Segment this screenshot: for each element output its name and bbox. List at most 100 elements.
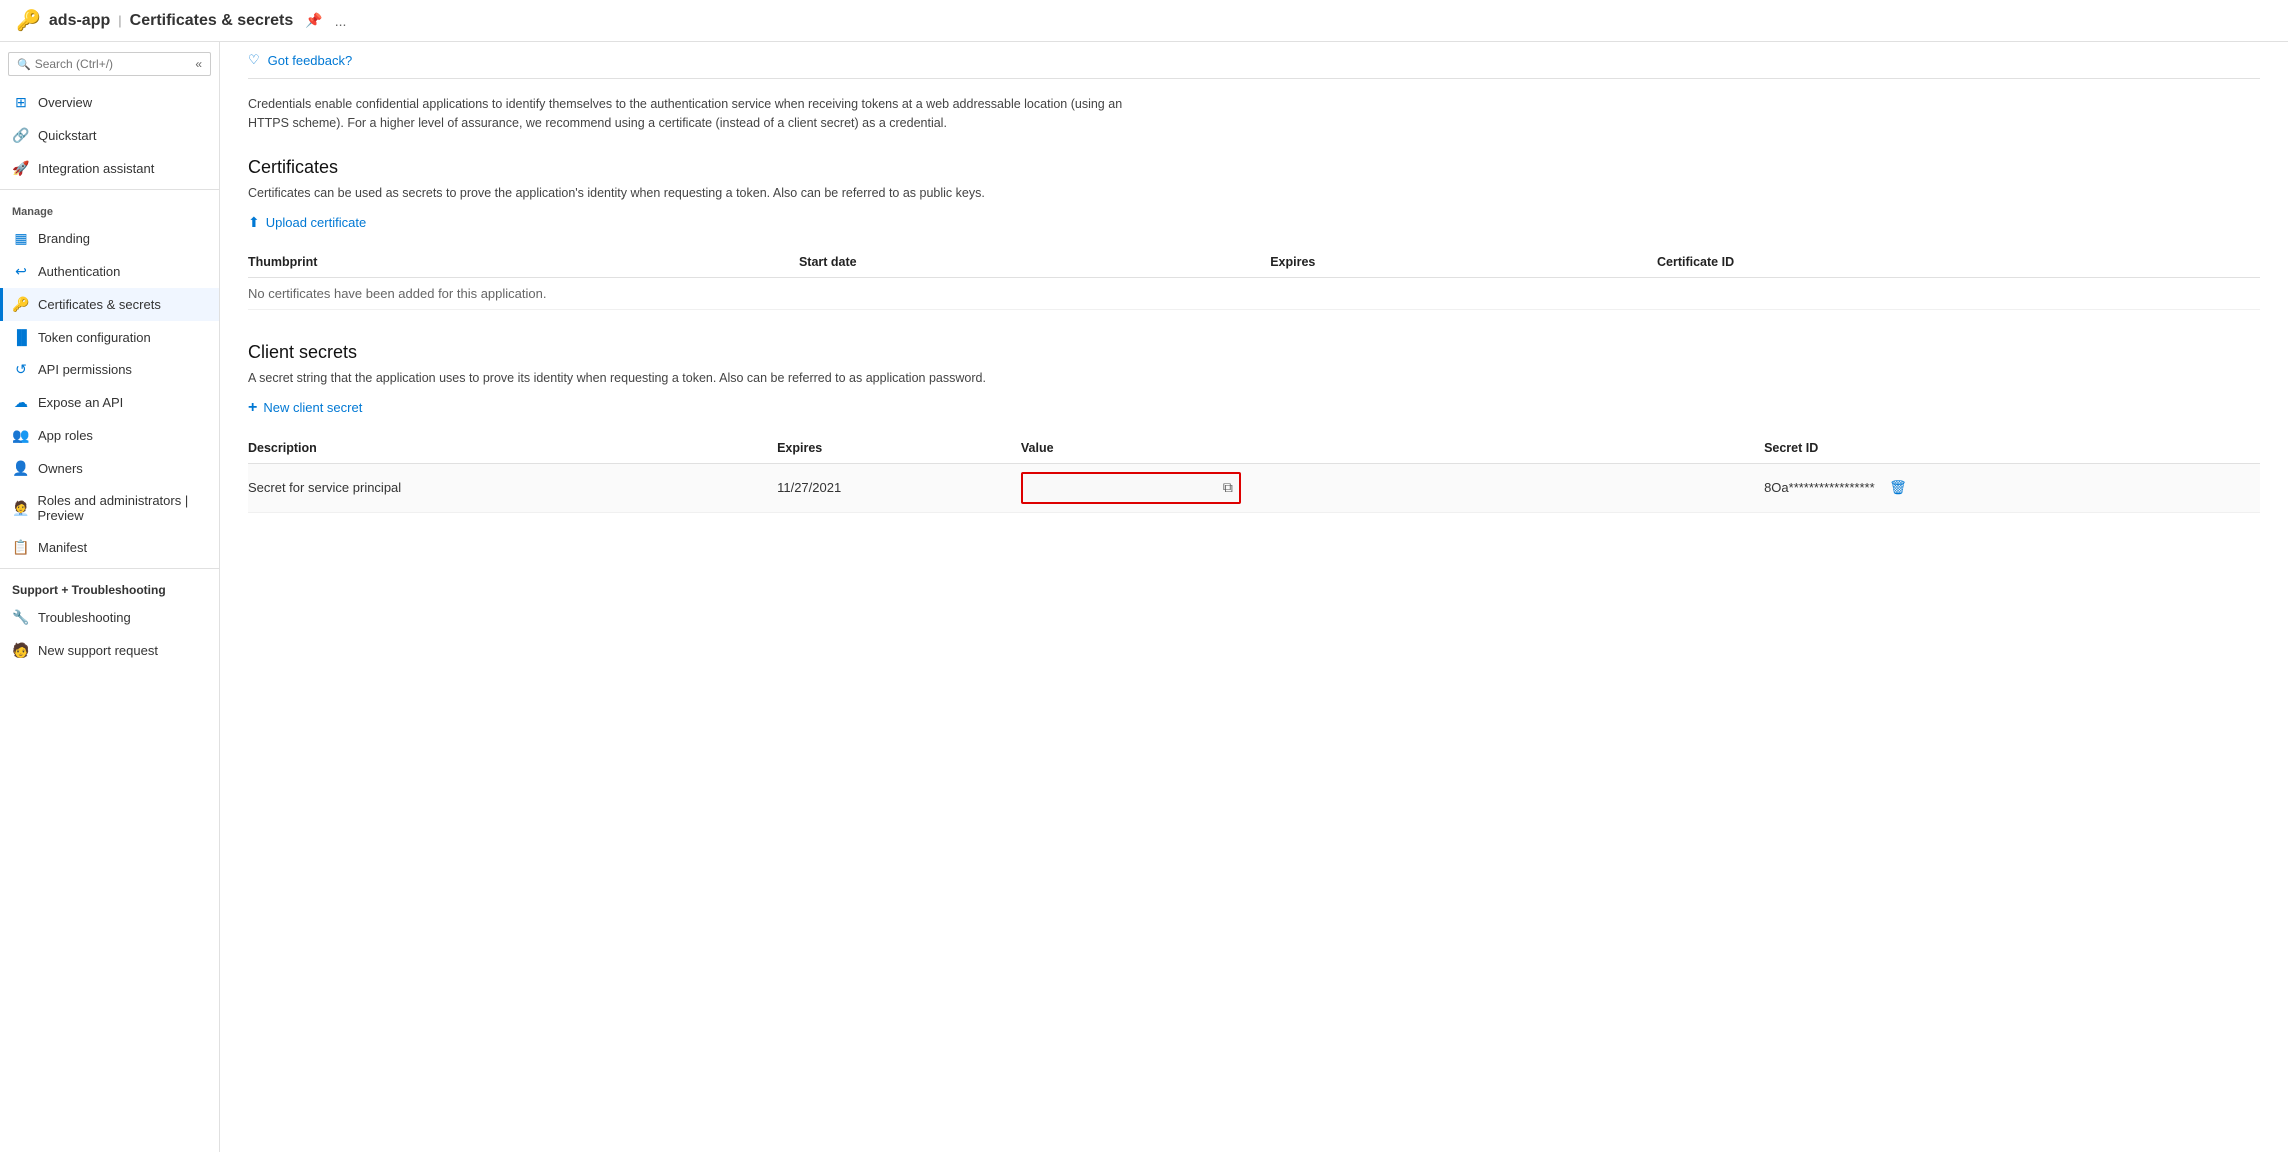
token-icon: ▐▌ <box>12 329 30 345</box>
grid-icon: ⊞ <box>12 94 30 111</box>
intro-description: Credentials enable confidential applicat… <box>248 95 1148 133</box>
col-secret-expires: Expires <box>777 433 1021 464</box>
sidebar-label-certificates: Certificates & secrets <box>38 297 161 312</box>
manifest-icon: 📋 <box>12 539 30 556</box>
client-secrets-title: Client secrets <box>248 342 2260 363</box>
owners-icon: 👤 <box>12 460 30 477</box>
secret-expires: 11/27/2021 <box>777 463 1021 512</box>
secret-value-cell: ⧉ <box>1021 463 1764 512</box>
top-bar-actions: 📌 ... <box>305 12 346 29</box>
search-icon: 🔍 <box>17 58 31 71</box>
cloud-icon: ☁ <box>12 394 30 411</box>
sidebar-item-owners[interactable]: 👤 Owners <box>0 452 219 485</box>
certificates-description: Certificates can be used as secrets to p… <box>248 186 1148 200</box>
app-icon: 🔑 <box>16 8 41 33</box>
manage-section-label: Manage <box>0 194 219 222</box>
branding-icon: ▦ <box>12 230 30 247</box>
main-layout: 🔍 « ⊞ Overview 🔗 Quickstart 🚀 Integratio… <box>0 42 2288 1152</box>
sidebar-label-roles-admin: Roles and administrators | Preview <box>37 493 207 523</box>
sidebar-label-troubleshooting: Troubleshooting <box>38 610 131 625</box>
nav-divider-manage <box>0 189 219 190</box>
sidebar-item-expose-api[interactable]: ☁ Expose an API <box>0 386 219 419</box>
sidebar-label-owners: Owners <box>38 461 83 476</box>
secret-id-cell: 8Oa***************** 🗑 <box>1764 463 2260 512</box>
main-content: ♡ Got feedback? Credentials enable confi… <box>220 42 2288 1152</box>
roles-icon: 🧑‍💼 <box>12 500 29 517</box>
sidebar-label-authentication: Authentication <box>38 264 120 279</box>
quickstart-icon: 🔗 <box>12 127 30 144</box>
secret-description: Secret for service principal <box>248 463 777 512</box>
sidebar-item-api-permissions[interactable]: ↺ API permissions <box>0 353 219 386</box>
sidebar-item-certificates[interactable]: 🔑 Certificates & secrets <box>0 288 219 321</box>
rocket-icon: 🚀 <box>12 160 30 177</box>
support-person-icon: 🧑 <box>12 642 30 659</box>
upload-icon: ⬆ <box>248 214 260 231</box>
feedback-label[interactable]: Got feedback? <box>268 53 353 68</box>
collapse-icon[interactable]: « <box>195 57 202 71</box>
sidebar-item-roles-admin[interactable]: 🧑‍💼 Roles and administrators | Preview <box>0 485 219 531</box>
upload-certificate-button[interactable]: ⬆ Upload certificate <box>248 214 366 231</box>
col-description: Description <box>248 433 777 464</box>
secret-value-box: ⧉ <box>1021 472 1241 504</box>
col-expires: Expires <box>1270 247 1657 278</box>
nav-divider-support <box>0 568 219 569</box>
sidebar-item-branding[interactable]: ▦ Branding <box>0 222 219 255</box>
search-box[interactable]: 🔍 « <box>8 52 211 76</box>
title-separator: | <box>118 13 121 28</box>
sidebar-label-branding: Branding <box>38 231 90 246</box>
certificates-title: Certificates <box>248 157 2260 178</box>
col-secret-id: Secret ID <box>1764 433 2260 464</box>
sidebar-label-expose-api: Expose an API <box>38 395 123 410</box>
sidebar-item-manifest[interactable]: 📋 Manifest <box>0 531 219 564</box>
sidebar-label-manifest: Manifest <box>38 540 87 555</box>
pin-icon[interactable]: 📌 <box>305 12 322 29</box>
page-title: Certificates & secrets <box>130 12 294 30</box>
auth-icon: ↩ <box>12 263 30 280</box>
col-thumbprint: Thumbprint <box>248 247 799 278</box>
upload-certificate-label: Upload certificate <box>266 215 366 230</box>
sidebar-label-integration: Integration assistant <box>38 161 154 176</box>
sidebar-item-authentication[interactable]: ↩ Authentication <box>0 255 219 288</box>
feedback-bar: ♡ Got feedback? <box>248 42 2260 79</box>
certificates-table: Thumbprint Start date Expires Certificat… <box>248 247 2260 310</box>
app-name: ads-app <box>49 12 110 30</box>
new-client-secret-button[interactable]: + New client secret <box>248 399 362 417</box>
certificates-table-container: Thumbprint Start date Expires Certificat… <box>248 247 2260 310</box>
top-bar: 🔑 ads-app | Certificates & secrets 📌 ... <box>0 0 2288 42</box>
copy-icon[interactable]: ⧉ <box>1223 479 1233 496</box>
certificates-empty-row: No certificates have been added for this… <box>248 277 2260 309</box>
sidebar-item-troubleshooting[interactable]: 🔧 Troubleshooting <box>0 601 219 634</box>
more-icon[interactable]: ... <box>335 13 347 29</box>
col-cert-id: Certificate ID <box>1657 247 2260 278</box>
table-row: Secret for service principal 11/27/2021 … <box>248 463 2260 512</box>
sidebar-item-token[interactable]: ▐▌ Token configuration <box>0 321 219 353</box>
col-start-date: Start date <box>799 247 1270 278</box>
sidebar-item-integration[interactable]: 🚀 Integration assistant <box>0 152 219 185</box>
sidebar: 🔍 « ⊞ Overview 🔗 Quickstart 🚀 Integratio… <box>0 42 220 1152</box>
sidebar-label-api-permissions: API permissions <box>38 362 132 377</box>
client-secrets-table-container: Description Expires Value Secret ID Secr… <box>248 433 2260 513</box>
sidebar-item-new-support[interactable]: 🧑 New support request <box>0 634 219 667</box>
sidebar-label-new-support: New support request <box>38 643 158 658</box>
approles-icon: 👥 <box>12 427 30 444</box>
secret-id-value: 8Oa***************** <box>1764 480 1875 495</box>
plus-icon: + <box>248 399 257 417</box>
sidebar-item-quickstart[interactable]: 🔗 Quickstart <box>0 119 219 152</box>
sidebar-label-app-roles: App roles <box>38 428 93 443</box>
certificates-empty-message: No certificates have been added for this… <box>248 277 2260 309</box>
new-secret-label: New client secret <box>263 400 362 415</box>
sidebar-label-token: Token configuration <box>38 330 151 345</box>
support-section-label: Support + Troubleshooting <box>0 573 219 601</box>
wrench-icon: 🔧 <box>12 609 30 626</box>
api-icon: ↺ <box>12 361 30 378</box>
heart-icon: ♡ <box>248 52 260 68</box>
client-secrets-table: Description Expires Value Secret ID Secr… <box>248 433 2260 513</box>
search-input[interactable] <box>35 57 192 71</box>
client-secrets-description: A secret string that the application use… <box>248 371 1148 385</box>
col-value: Value <box>1021 433 1764 464</box>
sidebar-label-overview: Overview <box>38 95 92 110</box>
sidebar-item-overview[interactable]: ⊞ Overview <box>0 86 219 119</box>
sidebar-item-app-roles[interactable]: 👥 App roles <box>0 419 219 452</box>
delete-secret-icon[interactable]: 🗑 <box>1889 479 1907 495</box>
key-icon: 🔑 <box>12 296 30 313</box>
